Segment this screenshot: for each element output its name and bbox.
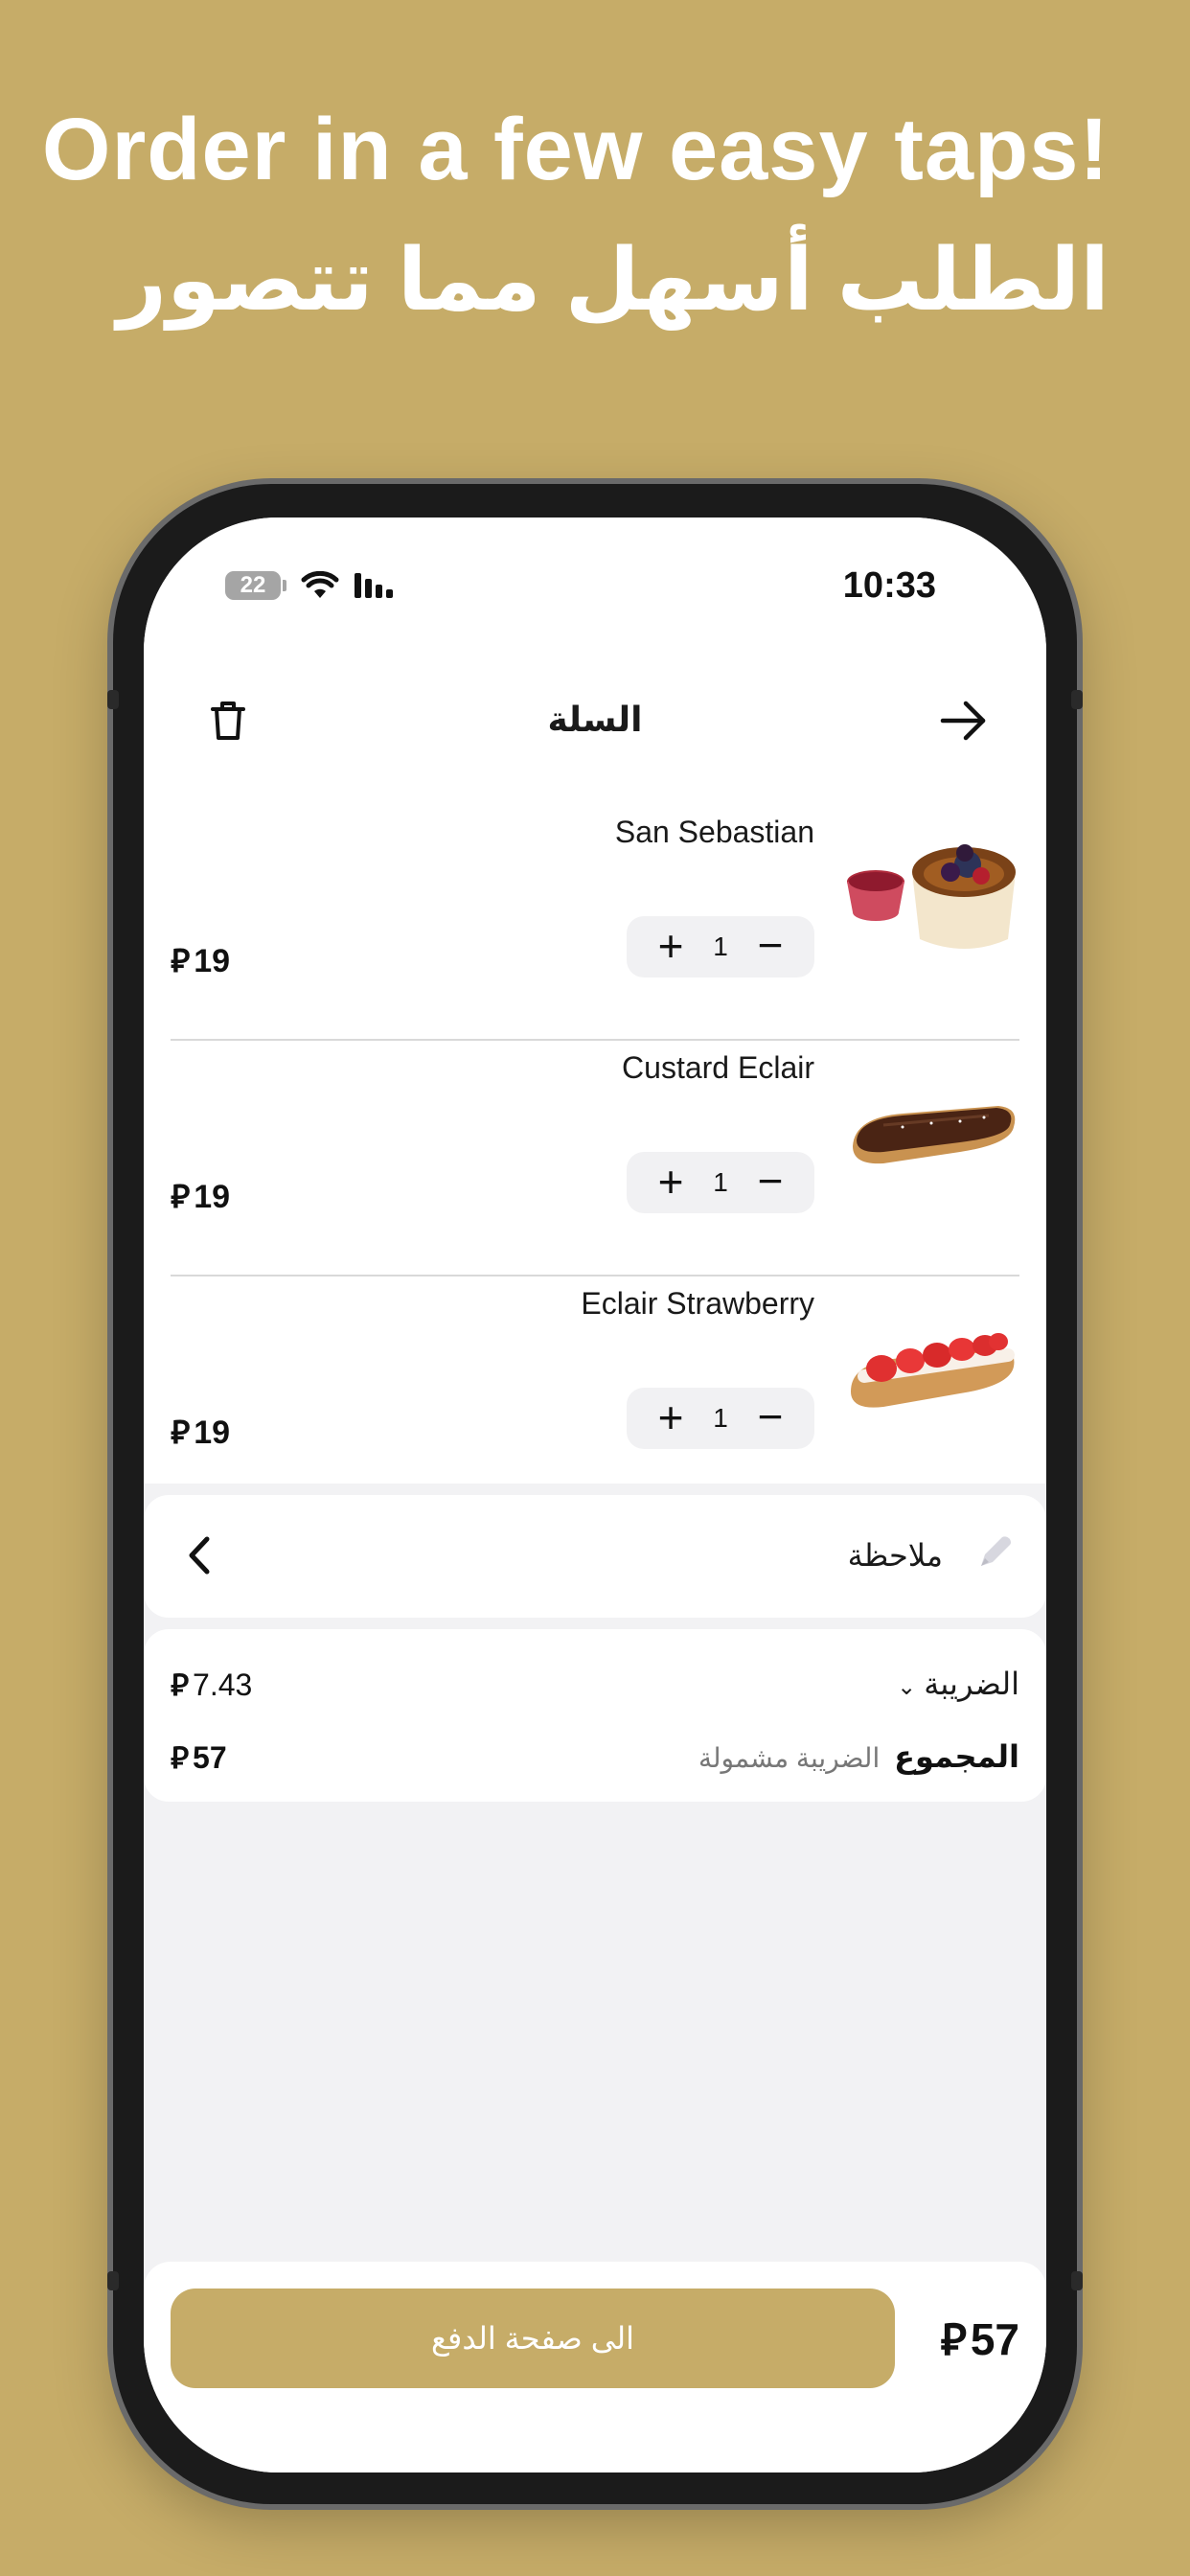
wifi-icon bbox=[301, 571, 339, 598]
riyal-icon: ⃁ bbox=[171, 942, 191, 980]
chevron-down-icon: ⌄ bbox=[897, 1674, 917, 1700]
item-name: Eclair Strawberry bbox=[581, 1286, 814, 1321]
phone-side-button bbox=[1071, 2271, 1083, 2290]
item-price: ⃁ 19 bbox=[171, 1178, 231, 1216]
riyal-icon: ⃁ bbox=[171, 1178, 191, 1216]
item-image bbox=[845, 1276, 1019, 1451]
decrease-quantity-button[interactable]: − bbox=[740, 916, 801, 978]
marketing-headline-arabic: الطلب أسهل مما تتصور bbox=[117, 233, 1110, 329]
chevron-left-icon bbox=[186, 1533, 213, 1584]
total-value: ⃁ 57 bbox=[171, 1739, 227, 1776]
tax-included-hint: الضريبة مشمولة bbox=[698, 1743, 881, 1773]
riyal-icon: ⃁ bbox=[171, 1414, 191, 1452]
item-image bbox=[845, 805, 1019, 979]
note-row[interactable]: ملاحظة bbox=[144, 1495, 1046, 1618]
quantity-stepper: + 1 − bbox=[627, 1388, 814, 1449]
item-image bbox=[845, 1041, 1019, 1215]
chocolate-eclair-image bbox=[845, 1041, 1019, 1215]
phone-side-button bbox=[107, 2271, 119, 2290]
riyal-icon: ⃁ bbox=[940, 2313, 967, 2365]
pencil-icon bbox=[981, 1536, 1011, 1566]
decrease-quantity-button[interactable]: − bbox=[740, 1152, 801, 1213]
tax-label: الضريبة bbox=[924, 1667, 1019, 1701]
quantity-value: 1 bbox=[713, 1403, 728, 1433]
total-label: المجموع bbox=[894, 1739, 1019, 1774]
increase-quantity-button[interactable]: + bbox=[640, 1152, 701, 1213]
tax-value: ⃁ 7.43 bbox=[171, 1667, 253, 1703]
quantity-value: 1 bbox=[713, 932, 728, 961]
checkout-total: ⃁57 bbox=[940, 2313, 1020, 2365]
riyal-icon: ⃁ bbox=[171, 1667, 190, 1703]
cart-item: Custard Eclair + 1 − ⃁ 19 bbox=[144, 1041, 1046, 1276]
item-price: ⃁ 19 bbox=[171, 942, 231, 980]
note-label: ملاحظة bbox=[847, 1538, 943, 1573]
cheesecake-image bbox=[845, 805, 1019, 979]
battery-indicator: 22 bbox=[225, 571, 286, 600]
checkout-bar: الى صفحة الدفع ⃁57 bbox=[144, 2262, 1046, 2472]
marketing-headline-english: Order in a few easy taps! bbox=[41, 101, 1110, 198]
totals-card: الضريبة ⌄ ⃁ 7.43 المجموع الضريبة مشمولة ⃁ 5… bbox=[144, 1629, 1046, 1802]
signal-icon bbox=[355, 573, 393, 598]
status-time: 10:33 bbox=[842, 565, 936, 606]
decrease-quantity-button[interactable]: − bbox=[740, 1388, 801, 1449]
arrow-right-icon[interactable] bbox=[939, 698, 989, 744]
quantity-stepper: + 1 − bbox=[627, 1152, 814, 1213]
tax-toggle[interactable]: الضريبة ⌄ bbox=[897, 1666, 1019, 1702]
checkout-button[interactable]: الى صفحة الدفع bbox=[171, 2288, 895, 2388]
phone-side-button bbox=[107, 690, 119, 709]
cart-item: Eclair Strawberry + 1 − ⃁ 19 bbox=[144, 1276, 1046, 1512]
quantity-stepper: + 1 − bbox=[627, 916, 814, 978]
increase-quantity-button[interactable]: + bbox=[640, 1388, 701, 1449]
total-label-row: المجموع الضريبة مشمولة bbox=[698, 1738, 1019, 1775]
page-title: السلة bbox=[547, 700, 643, 739]
quantity-value: 1 bbox=[713, 1167, 728, 1197]
cart-item: San Sebastian + 1 − ⃁ 19 bbox=[144, 805, 1046, 1041]
item-price: ⃁ 19 bbox=[171, 1414, 231, 1452]
riyal-icon: ⃁ bbox=[171, 1739, 190, 1776]
phone-side-button bbox=[1071, 690, 1083, 709]
item-name: Custard Eclair bbox=[622, 1050, 814, 1085]
increase-quantity-button[interactable]: + bbox=[640, 916, 701, 978]
item-name: San Sebastian bbox=[614, 815, 814, 849]
app-screen: 22 10:33 السلة San Sebastian bbox=[144, 518, 1046, 2472]
strawberry-eclair-image bbox=[845, 1276, 1019, 1451]
